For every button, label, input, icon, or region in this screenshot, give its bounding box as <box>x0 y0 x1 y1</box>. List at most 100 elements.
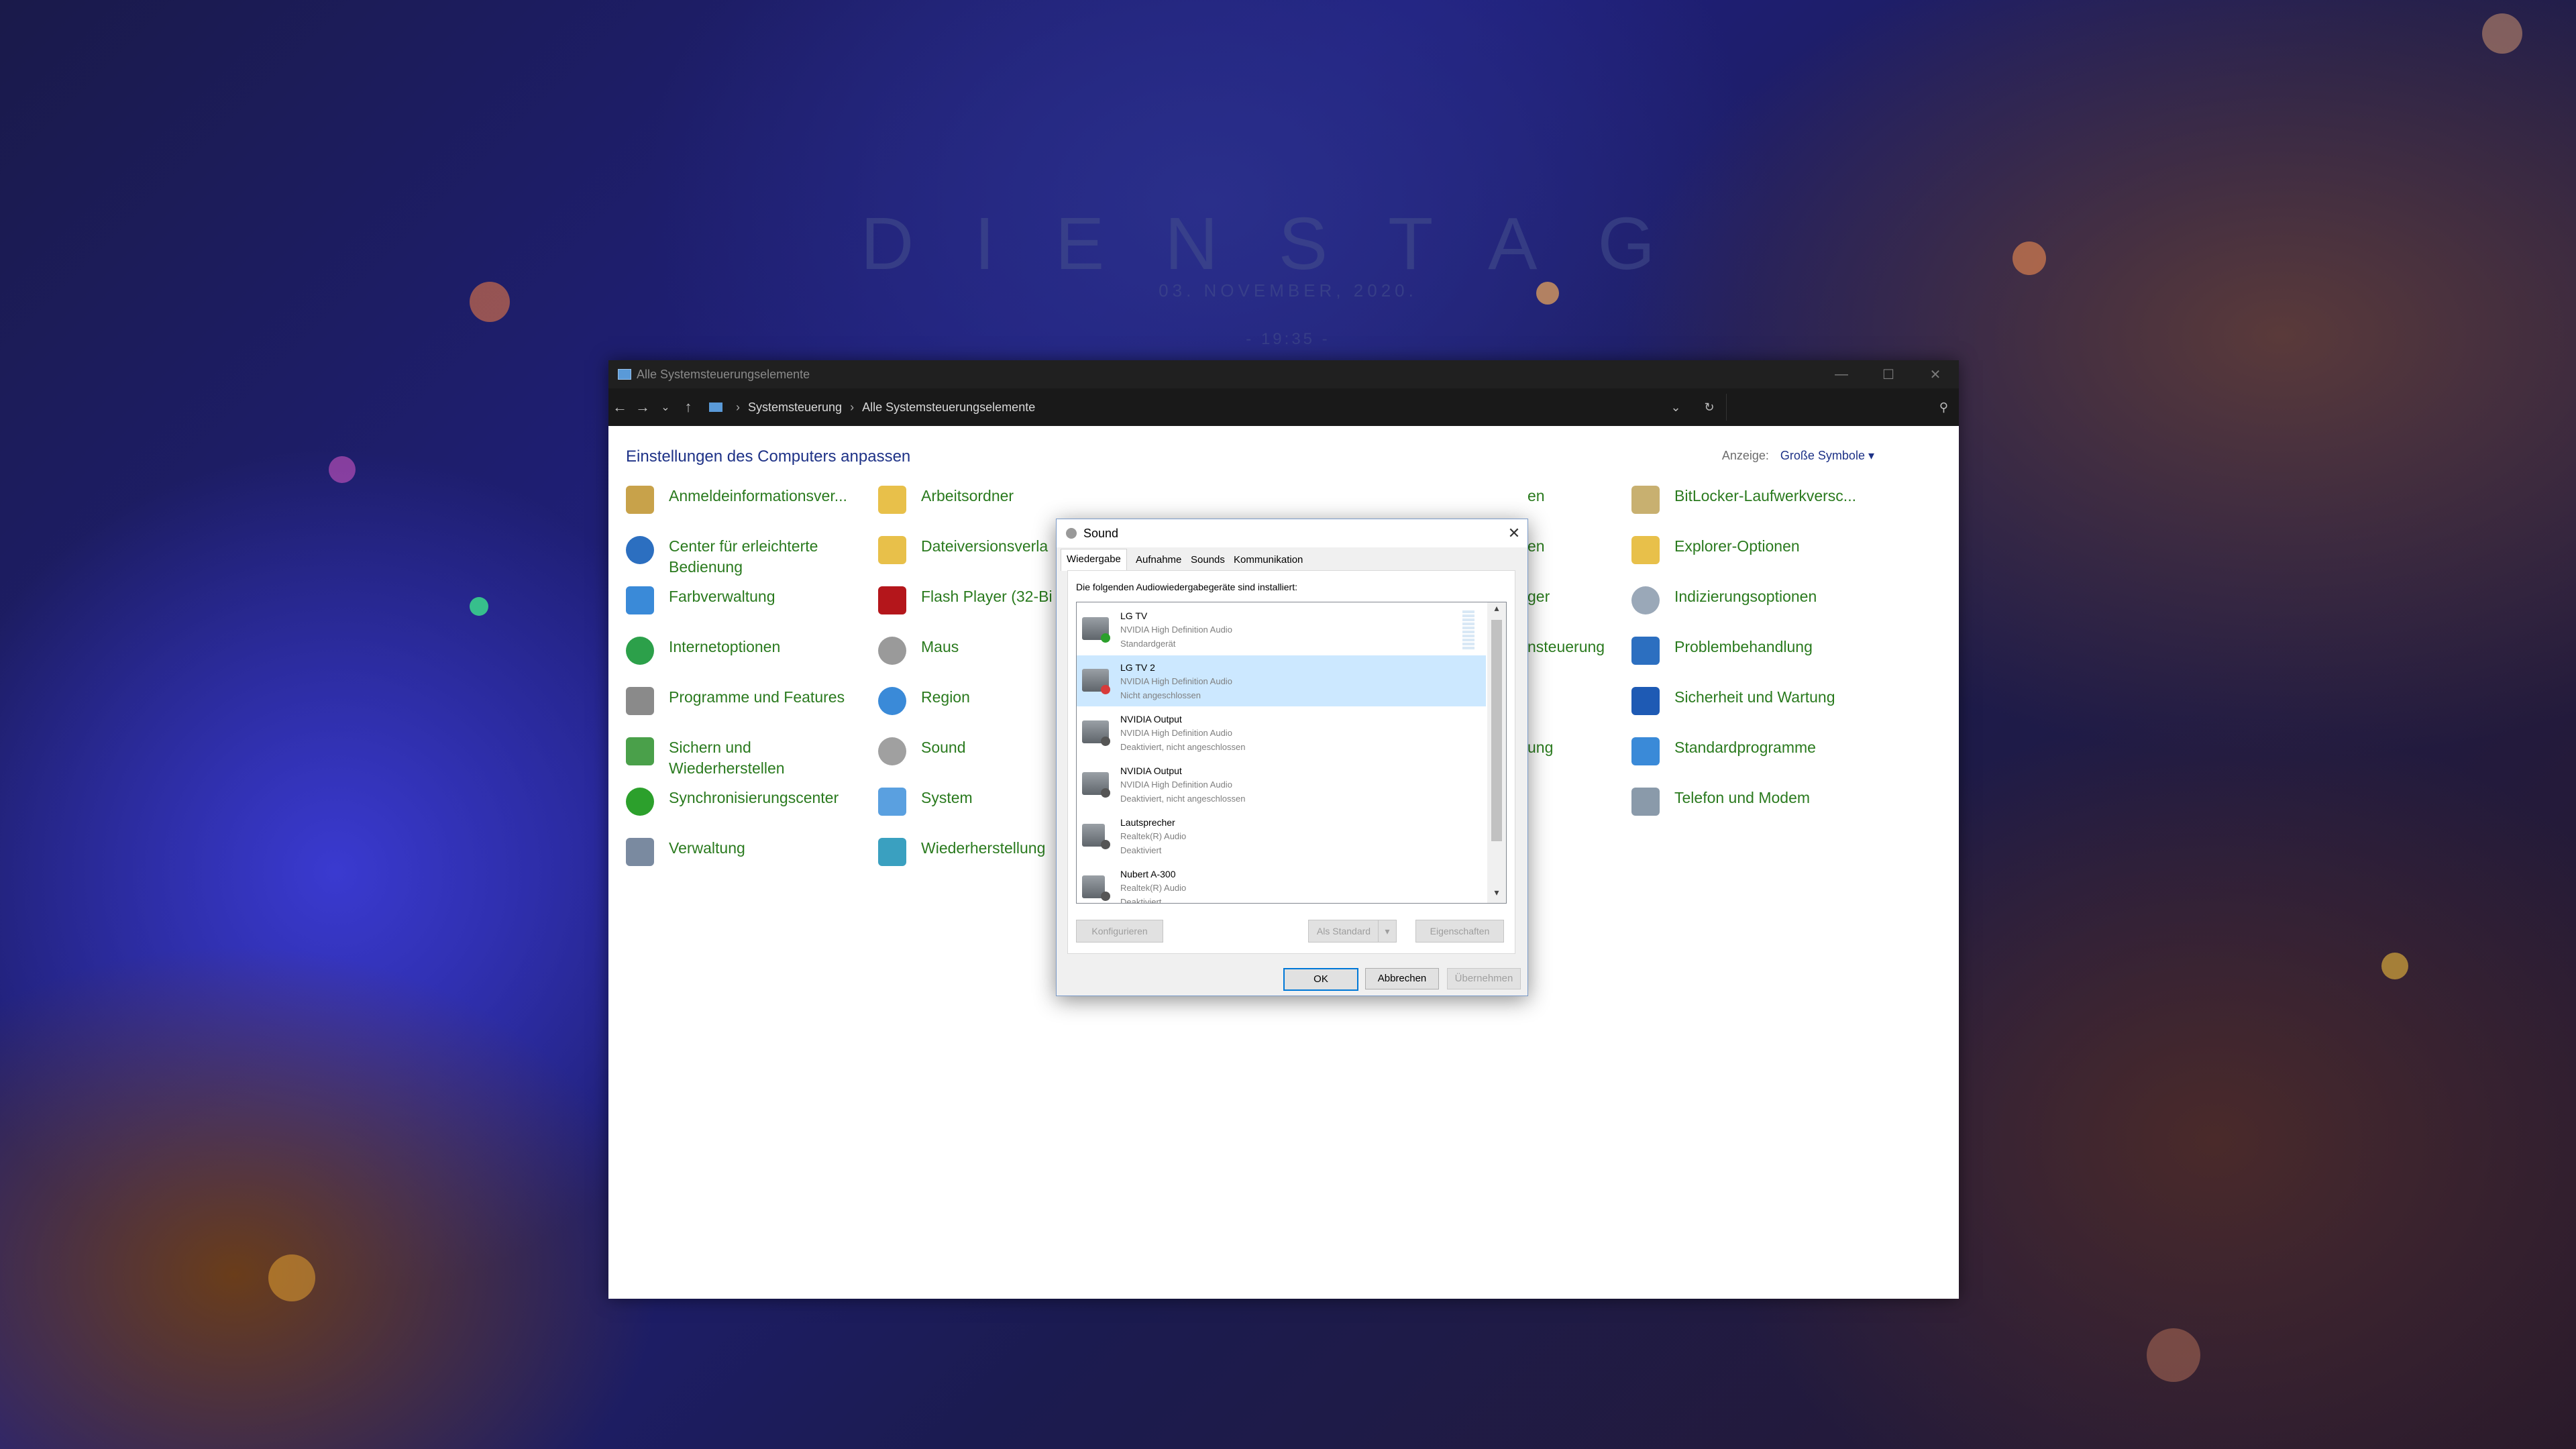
device-status: Deaktiviert <box>1120 897 1162 904</box>
flash-player-icon <box>878 586 906 614</box>
minimize-button[interactable]: — <box>1818 367 1865 382</box>
address-dropdown-icon[interactable]: ⌄ <box>1659 400 1693 415</box>
scroll-up-icon[interactable]: ▴ <box>1487 602 1506 619</box>
list-item[interactable]: Nubert A-300 Realtek(R) Audio Deaktivier… <box>1077 862 1486 904</box>
ease-of-access-icon <box>626 536 654 564</box>
breadcrumb-all-items[interactable]: Alle Systemsteuerungselemente <box>862 400 1035 415</box>
set-default-button[interactable]: Als Standard <box>1308 920 1379 943</box>
device-status: Deaktiviert <box>1120 845 1162 855</box>
default-programs-icon <box>1631 737 1660 765</box>
list-item[interactable]: LG TV NVIDIA High Definition Audio Stand… <box>1077 604 1486 655</box>
cp-item-work-folders[interactable]: Arbeitsordner <box>878 486 1059 514</box>
window-titlebar[interactable]: Alle Systemsteuerungselemente — ☐ ✕ <box>608 360 1959 388</box>
cp-item-mouse[interactable]: Maus <box>878 637 1059 665</box>
cp-item-label: Wiederherstellung <box>921 839 1046 857</box>
disabled-badge-icon <box>1101 737 1110 746</box>
cp-item-indexing-options[interactable]: Indizierungsoptionen <box>1631 586 1940 614</box>
cp-item-file-history[interactable]: Dateiversionsverla <box>878 536 1059 564</box>
bitlocker-key-icon <box>1631 486 1660 514</box>
indexing-icon <box>1631 586 1660 614</box>
device-driver: Realtek(R) Audio <box>1120 831 1187 841</box>
address-toolbar: ← → ⌄ ↑ › Systemsteuerung › Alle Systems… <box>608 388 1959 426</box>
cp-item-partial[interactable]: ger <box>1527 586 1550 607</box>
tab-wiedergabe[interactable]: Wiedergabe <box>1061 549 1127 571</box>
cp-item-sync-center[interactable]: Synchronisierungscenter <box>626 788 861 816</box>
cp-item-region[interactable]: Region <box>878 687 1059 715</box>
cp-item-label: Region <box>921 688 970 706</box>
cp-item-credential-manager[interactable]: Anmeldeinformationsver... <box>626 486 861 514</box>
cancel-button[interactable]: Abbrechen <box>1365 968 1439 989</box>
cp-item-explorer-options[interactable]: Explorer-Optionen <box>1631 536 1940 564</box>
cp-item-bitlocker[interactable]: BitLocker-Laufwerkversc... <box>1631 486 1940 514</box>
cp-item-ease-of-access[interactable]: Center für erleichterte Bedienung <box>626 536 861 578</box>
cp-item-recovery[interactable]: Wiederherstellung <box>878 838 1059 866</box>
device-driver: Realtek(R) Audio <box>1120 883 1187 893</box>
cp-item-phone-modem[interactable]: Telefon und Modem <box>1631 788 1940 816</box>
up-arrow-icon[interactable]: ↑ <box>677 398 700 416</box>
tab-sounds[interactable]: Sounds <box>1185 551 1230 569</box>
refresh-icon[interactable]: ↻ <box>1693 400 1726 415</box>
close-button[interactable]: ✕ <box>1912 366 1959 383</box>
cp-item-label: Internetoptionen <box>669 638 781 655</box>
administrative-tools-icon <box>626 838 654 866</box>
cp-item-label: Sichern und Wiederherstellen (Windows 7) <box>669 739 785 777</box>
list-item[interactable]: Lautsprecher Realtek(R) Audio Deaktivier… <box>1077 810 1486 861</box>
system-icon <box>878 788 906 816</box>
cp-item-flash-player[interactable]: Flash Player (32-Bi <box>878 586 1059 614</box>
cp-item-troubleshooting[interactable]: Problembehandlung <box>1631 637 1940 665</box>
view-dropdown[interactable]: Große Symbole ▾ <box>1780 449 1874 462</box>
flag-icon <box>1631 687 1660 715</box>
device-driver: NVIDIA High Definition Audio <box>1120 676 1232 686</box>
list-item[interactable]: NVIDIA Output NVIDIA High Definition Aud… <box>1077 707 1486 758</box>
set-default-dropdown[interactable]: ▾ <box>1378 920 1397 943</box>
tab-aufnahme[interactable]: Aufnahme <box>1130 551 1187 569</box>
scrollbar[interactable]: ▴ ▾ <box>1487 602 1506 903</box>
cp-item-color-management[interactable]: Farbverwaltung <box>626 586 861 614</box>
file-history-icon <box>878 536 906 564</box>
tab-kommunikation[interactable]: Kommunikation <box>1228 551 1308 569</box>
cp-item-partial[interactable]: en <box>1527 536 1545 557</box>
cp-item-partial[interactable]: en <box>1527 486 1545 506</box>
device-list[interactable]: LG TV NVIDIA High Definition Audio Stand… <box>1076 602 1507 904</box>
device-driver: NVIDIA High Definition Audio <box>1120 728 1232 738</box>
clock-date: 03. NOVEMBER, 2020. <box>1159 280 1417 301</box>
work-folders-icon <box>878 486 906 514</box>
sound-dialog: Sound ✕ Wiedergabe Aufnahme Sounds Kommu… <box>1056 519 1528 996</box>
list-item[interactable]: LG TV 2 NVIDIA High Definition Audio Nic… <box>1077 655 1486 706</box>
forward-arrow-icon[interactable]: → <box>631 398 654 416</box>
bokeh-decoration <box>2147 1328 2200 1382</box>
cp-item-sound[interactable]: Sound <box>878 737 1059 765</box>
cp-item-label: Anmeldeinformationsver... <box>669 487 847 504</box>
back-arrow-icon[interactable]: ← <box>608 398 631 416</box>
dialog-titlebar[interactable]: Sound ✕ <box>1057 519 1527 547</box>
cp-item-label: ger <box>1527 588 1550 605</box>
recent-locations-chevron-icon[interactable]: ⌄ <box>654 400 677 414</box>
cp-item-backup-restore[interactable]: Sichern und Wiederherstellen (Windows 7) <box>626 737 827 780</box>
scroll-down-icon[interactable]: ▾ <box>1487 887 1506 903</box>
address-bar[interactable]: › Systemsteuerung › Alle Systemsteuerung… <box>704 394 1727 421</box>
cp-item-administrative-tools[interactable]: Verwaltung <box>626 838 861 866</box>
cp-item-default-programs[interactable]: Standardprogramme <box>1631 737 1940 765</box>
cp-item-partial[interactable]: nsteuerung <box>1527 637 1605 657</box>
scroll-thumb[interactable] <box>1491 620 1502 841</box>
device-status: Deaktiviert, nicht angeschlossen <box>1120 742 1246 752</box>
device-status: Nicht angeschlossen <box>1120 690 1201 700</box>
troubleshooting-icon <box>1631 637 1660 665</box>
ok-button[interactable]: OK <box>1283 968 1358 991</box>
cp-item-internet-options[interactable]: Internetoptionen <box>626 637 861 665</box>
search-input[interactable]: ⚲ <box>1727 394 1959 421</box>
breadcrumb-systemsteuerung[interactable]: Systemsteuerung <box>748 400 842 415</box>
dialog-close-button[interactable]: ✕ <box>1501 525 1527 542</box>
breadcrumb-separator: › <box>850 400 855 414</box>
apply-button[interactable]: Übernehmen <box>1447 968 1521 989</box>
programs-features-icon <box>626 687 654 715</box>
list-item[interactable]: NVIDIA Output NVIDIA High Definition Aud… <box>1077 759 1486 810</box>
cp-item-system[interactable]: System <box>878 788 1059 816</box>
properties-button[interactable]: Eigenschaften <box>1415 920 1504 943</box>
maximize-button[interactable]: ☐ <box>1865 366 1912 383</box>
cp-item-programs-features[interactable]: Programme und Features <box>626 687 861 715</box>
configure-button[interactable]: Konfigurieren <box>1076 920 1163 943</box>
cp-item-partial[interactable]: ung <box>1527 737 1553 758</box>
cp-item-label: Explorer-Optionen <box>1674 537 1800 555</box>
cp-item-security-maintenance[interactable]: Sicherheit und Wartung <box>1631 687 1940 715</box>
